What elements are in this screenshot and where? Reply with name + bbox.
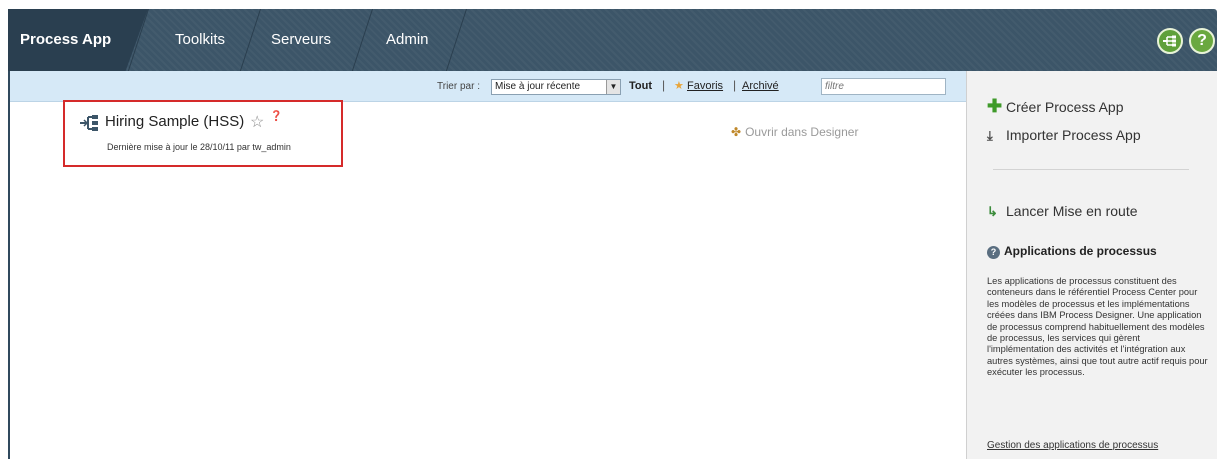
launch-arrow-icon: ↳ [987, 204, 998, 219]
process-app-icon [80, 115, 98, 131]
sidebar-description: Les applications de processus constituen… [987, 276, 1208, 378]
create-label: Créer Process App [1006, 99, 1124, 115]
import-process-app-link[interactable]: ⤓ Importer Process App [987, 127, 1141, 144]
network-icon-glyph [1163, 35, 1176, 47]
filter-favorites-link[interactable]: Favoris [687, 80, 723, 92]
filter-all-link[interactable]: Tout [629, 80, 652, 92]
tab-separator [239, 9, 261, 71]
tab-toolkits[interactable]: Toolkits [175, 9, 225, 71]
last-updated-text: Dernière mise à jour le 28/10/11 par tw_… [107, 142, 291, 152]
plus-icon: ✚ [987, 96, 1003, 116]
question-icon: ? [987, 246, 1000, 259]
create-process-app-link[interactable]: ✚ Créer Process App [987, 96, 1124, 117]
info-icon[interactable]: ❓ [270, 111, 282, 122]
sidebar-heading: ? Applications de processus [987, 244, 1157, 259]
top-nav-bar: Process App Toolkits Serveurs Admin ? [8, 9, 1217, 71]
sort-label: Trier par : [437, 81, 480, 92]
manage-apps-link[interactable]: Gestion des applications de processus [987, 440, 1158, 451]
sidebar-divider [993, 169, 1189, 170]
filter-bar: Trier par : Mise à jour récente ▼ Tout |… [10, 71, 966, 102]
import-icon: ⤓ [987, 128, 993, 143]
network-icon[interactable] [1157, 28, 1183, 54]
filter-separator: | [662, 78, 666, 92]
process-app-title[interactable]: Hiring Sample (HSS) [105, 113, 244, 130]
process-app-entry: Hiring Sample (HSS) ☆ ❓ Dernière mise à … [63, 100, 343, 167]
right-sidebar: ✚ Créer Process App ⤓ Importer Process App… [966, 71, 1217, 459]
open-in-designer-label: Ouvrir dans Designer [745, 125, 859, 139]
main-left-border [8, 71, 10, 459]
filter-separator: | [733, 78, 737, 92]
favorite-star-icon[interactable]: ☆ [250, 112, 264, 132]
tab-process-app[interactable]: Process App [8, 9, 148, 71]
help-glyph: ? [1197, 32, 1207, 49]
launch-getting-started-link[interactable]: ↳ Lancer Mise en route [987, 203, 1138, 220]
star-icon: ★ [674, 80, 684, 92]
tab-separator [445, 9, 467, 71]
tab-admin[interactable]: Admin [386, 9, 429, 71]
designer-icon: ✤ [731, 125, 742, 139]
tab-separator [351, 9, 373, 71]
sidebar-heading-text: Applications de processus [1004, 244, 1157, 258]
help-icon[interactable]: ? [1189, 28, 1215, 54]
tab-serveurs[interactable]: Serveurs [271, 9, 331, 71]
import-label: Importer Process App [1006, 127, 1141, 143]
open-in-designer-link[interactable]: ✤ Ouvrir dans Designer [731, 125, 858, 139]
sort-select[interactable]: Mise à jour récente ▼ [491, 79, 621, 95]
filter-search-input[interactable] [821, 78, 946, 95]
chevron-down-icon[interactable]: ▼ [606, 80, 620, 94]
sort-value: Mise à jour récente [495, 81, 581, 92]
filter-archived-link[interactable]: Archivé [742, 80, 779, 92]
launch-label: Lancer Mise en route [1006, 203, 1138, 219]
